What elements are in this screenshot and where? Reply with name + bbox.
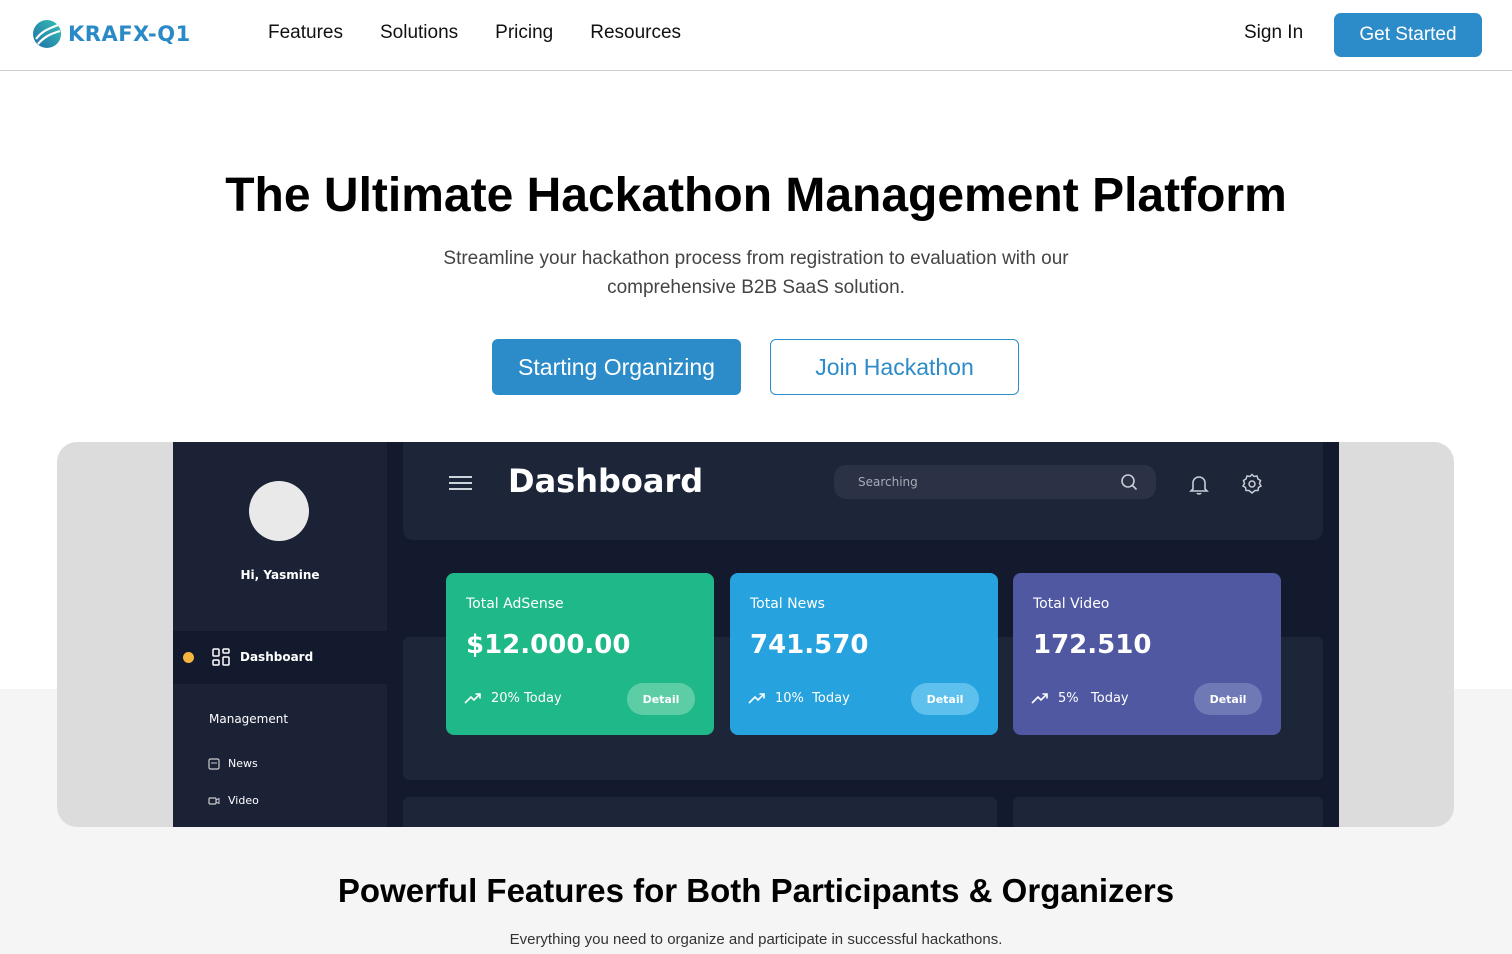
news-icon: [208, 757, 220, 770]
gear-icon: [1241, 473, 1263, 494]
stat-card-video: Total Video 172.510 5% Today Detail: [1013, 573, 1281, 735]
trend-percent: 5%: [1058, 690, 1079, 706]
video-icon: [208, 796, 220, 805]
join-hackathon-button[interactable]: Join Hackathon: [770, 339, 1019, 395]
hero-subtitle: Streamline your hackathon process from r…: [416, 244, 1096, 302]
hamburger-menu-icon: [449, 476, 472, 490]
preview-page-title: Dashboard: [508, 462, 704, 500]
sidebar-item-label: News: [228, 757, 258, 770]
stat-card-trend: 5% Today: [1031, 689, 1129, 707]
search-placeholder: Searching: [858, 475, 918, 489]
nav-link-resources[interactable]: Resources: [590, 22, 681, 44]
dashboard-preview-frame: Hi, Yasmine Dashboard Management News Vi…: [57, 442, 1454, 827]
trend-percent: 10%: [775, 690, 804, 706]
sidebar-item-label: Dashboard: [240, 650, 314, 664]
trending-up-icon: [748, 693, 765, 704]
nav-link-solutions[interactable]: Solutions: [380, 22, 458, 44]
stat-card-title: Total News: [750, 596, 825, 612]
sidebar-item-dashboard: Dashboard: [173, 631, 387, 684]
nav-links: Features Solutions Pricing Resources: [268, 22, 718, 44]
top-navbar: KRAFX-Q1 Features Solutions Pricing Reso…: [0, 0, 1512, 71]
preview-sidebar: Hi, Yasmine Dashboard Management News Vi…: [173, 442, 387, 827]
sign-in-link[interactable]: Sign In: [1244, 22, 1303, 44]
nav-link-features[interactable]: Features: [268, 22, 343, 44]
start-organizing-button[interactable]: Starting Organizing: [492, 339, 741, 395]
hero-subtitle-line-1: Streamline your hackathon process from r…: [443, 248, 1069, 269]
features-subtitle: Everything you need to organize and part…: [509, 931, 1003, 948]
stat-card-value: 741.570: [750, 630, 869, 660]
preview-search-bar: Searching: [834, 465, 1156, 499]
stat-card-news: Total News 741.570 10% Today Detail: [730, 573, 998, 735]
search-icon: [1121, 474, 1138, 491]
trend-label: Today: [812, 690, 850, 706]
stat-card-title: Total AdSense: [466, 596, 564, 612]
avatar: [249, 481, 309, 541]
sidebar-item-label: Video: [228, 794, 259, 807]
detail-button: Detail: [627, 683, 695, 715]
features-title: Powerful Features for Both Participants …: [337, 872, 1175, 909]
nav-link-pricing[interactable]: Pricing: [495, 22, 553, 44]
user-greeting: Hi, Yasmine: [240, 568, 320, 582]
brand-logo[interactable]: KRAFX-Q1: [32, 19, 191, 49]
get-started-button[interactable]: Get Started: [1334, 13, 1482, 57]
trending-up-icon: [1031, 693, 1048, 704]
sidebar-item-news: News: [208, 757, 258, 770]
trend-label: Today: [524, 690, 562, 706]
stat-card-value: $12.000.00: [466, 630, 631, 660]
preview-topbar: Dashboard Searching: [403, 442, 1323, 540]
sidebar-section-management: Management: [209, 712, 289, 726]
detail-button: Detail: [911, 683, 979, 715]
trend-label: Today: [1091, 690, 1129, 706]
stat-card-value: 172.510: [1033, 630, 1152, 660]
dashboard-grid-icon: [212, 648, 230, 666]
preview-lower-panel-left: [403, 797, 997, 827]
stat-card-adsense: Total AdSense $12.000.00 20% Today Detai…: [446, 573, 714, 735]
trend-percent: 20%: [491, 690, 520, 706]
hero-subtitle-line-2: comprehensive B2B SaaS solution.: [607, 277, 905, 298]
dashboard-screenshot: Hi, Yasmine Dashboard Management News Vi…: [173, 442, 1339, 827]
brand-name: KRAFX-Q1: [68, 22, 191, 46]
stat-card-title: Total Video: [1033, 596, 1110, 612]
logo-mark-icon: [33, 20, 61, 48]
hero-title: The Ultimate Hackathon Management Platfo…: [225, 169, 1287, 222]
stat-card-trend: 10% Today: [748, 689, 850, 707]
detail-button: Detail: [1194, 683, 1262, 715]
active-indicator-dot: [183, 652, 194, 663]
preview-lower-panel-right: [1013, 797, 1323, 827]
trending-up-icon: [464, 693, 481, 704]
stat-card-trend: 20% Today: [464, 689, 562, 707]
sidebar-item-video: Video: [208, 794, 259, 807]
bell-icon: [1189, 476, 1209, 495]
